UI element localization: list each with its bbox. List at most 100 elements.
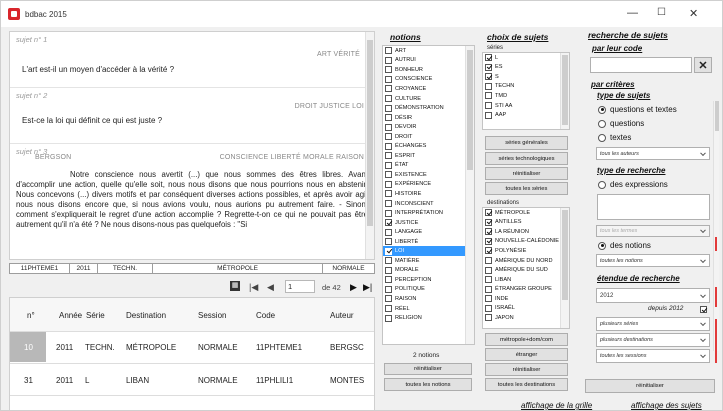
scrollbar-thumb[interactable] bbox=[562, 55, 568, 125]
list-item[interactable]: LA RÉUNION bbox=[483, 227, 569, 237]
checkbox[interactable] bbox=[385, 219, 392, 227]
checkbox[interactable] bbox=[385, 56, 392, 64]
scrollbar-thumb[interactable] bbox=[467, 50, 473, 170]
col-header[interactable]: Année bbox=[59, 311, 82, 320]
list-item[interactable]: STI AA bbox=[483, 101, 569, 111]
checkbox[interactable] bbox=[385, 95, 392, 102]
checkbox[interactable] bbox=[385, 200, 392, 208]
series-list[interactable]: L ES S TECHN TMD STI AA AAP bbox=[482, 52, 570, 130]
expressions-input[interactable] bbox=[597, 194, 710, 220]
all-series-button[interactable]: toutes les séries bbox=[485, 182, 568, 195]
checkbox[interactable] bbox=[385, 285, 392, 293]
checkbox[interactable] bbox=[385, 295, 392, 303]
subjects-display-link[interactable]: affichage des sujets bbox=[631, 401, 702, 410]
checkbox[interactable] bbox=[385, 180, 392, 188]
list-item[interactable]: INCONSCIENT bbox=[383, 199, 474, 209]
list-item[interactable]: AUTRUI bbox=[383, 56, 474, 66]
list-item[interactable]: EXISTENCE bbox=[383, 170, 474, 180]
col-header[interactable]: Session bbox=[198, 311, 226, 320]
subjects-scrollbar[interactable] bbox=[365, 32, 374, 259]
col-header[interactable]: Série bbox=[86, 311, 105, 320]
list-scrollbar[interactable] bbox=[560, 208, 569, 328]
list-item[interactable]: AMÉRIQUE DU NORD bbox=[483, 256, 569, 266]
notions-reset-button[interactable]: réinitialiser bbox=[384, 363, 472, 375]
list-item[interactable]: CONSCIENCE bbox=[383, 75, 474, 85]
radio-questions-textes[interactable]: questions et textes bbox=[598, 105, 677, 114]
list-item[interactable]: AAP bbox=[483, 110, 569, 120]
list-item[interactable]: JUSTICE bbox=[383, 218, 474, 228]
checkbox[interactable] bbox=[385, 114, 392, 122]
checkbox[interactable] bbox=[485, 218, 492, 226]
clear-code-button[interactable]: ✕ bbox=[694, 57, 712, 73]
last-page-icon[interactable]: ▶| bbox=[363, 282, 372, 293]
list-item[interactable]: TECHN bbox=[483, 82, 569, 92]
checkbox[interactable] bbox=[385, 171, 392, 179]
checkbox[interactable] bbox=[385, 247, 392, 255]
grid-display-link[interactable]: affichage de la grille bbox=[521, 401, 592, 410]
list-item[interactable]: DÉMONSTRATION bbox=[383, 103, 474, 113]
checkbox[interactable] bbox=[385, 161, 392, 169]
list-item[interactable]: ÉCHANGES bbox=[383, 141, 474, 151]
list-item[interactable]: LIBERTÉ bbox=[383, 237, 474, 247]
list-item[interactable]: RELIGION bbox=[383, 313, 474, 323]
list-item[interactable]: MÉTROPOLE bbox=[483, 208, 569, 218]
radio-expressions[interactable]: des expressions bbox=[598, 180, 668, 189]
right-scrollbar[interactable] bbox=[713, 101, 719, 351]
col-header[interactable]: Destination bbox=[126, 311, 166, 320]
year-dropdown[interactable]: 2012 bbox=[596, 288, 710, 303]
maximize-button[interactable]: ☐ bbox=[657, 7, 666, 18]
list-item[interactable]: L bbox=[483, 53, 569, 63]
list-item[interactable]: S bbox=[483, 72, 569, 82]
sessions-dropdown[interactable]: toutes les sessions bbox=[596, 349, 710, 363]
table-row[interactable]: 31 2011 L LIBAN NORMALE 11PHLILI1 MONTES bbox=[10, 364, 374, 396]
checkbox[interactable] bbox=[485, 266, 492, 274]
checkbox[interactable] bbox=[385, 123, 392, 131]
all-destinations-button[interactable]: toutes les destinations bbox=[485, 378, 568, 391]
destinations-dropdown[interactable]: plusieurs destinations bbox=[596, 333, 710, 347]
radio-textes[interactable]: textes bbox=[598, 133, 631, 142]
checkbox[interactable] bbox=[485, 304, 492, 312]
list-scrollbar[interactable] bbox=[560, 53, 569, 129]
radio-notions[interactable]: des notions bbox=[598, 241, 651, 250]
list-item[interactable]: RAISON bbox=[383, 294, 474, 304]
checkbox[interactable] bbox=[385, 142, 392, 150]
table-row[interactable]: 10 2011 TECHN. MÉTROPOLE NORMALE 11PHTEM… bbox=[10, 332, 374, 364]
results-table[interactable]: n° Année Série Destination Session Code … bbox=[9, 297, 375, 411]
list-item[interactable]: CULTURE bbox=[383, 94, 474, 104]
radio-questions[interactable]: questions bbox=[598, 119, 644, 128]
notions-list[interactable]: ART AUTRUI BONHEUR CONSCIENCE CROYANCE CULTUR… bbox=[382, 45, 475, 345]
checkbox[interactable] bbox=[385, 305, 392, 313]
checkbox[interactable] bbox=[385, 152, 392, 160]
subject-2[interactable]: sujet n° 2 DROIT JUSTICE LOI Est-ce la l… bbox=[10, 88, 374, 144]
checkbox[interactable] bbox=[485, 228, 492, 236]
all-notions-button[interactable]: toutes les notions bbox=[384, 378, 472, 391]
checkbox[interactable] bbox=[485, 111, 492, 119]
checkbox[interactable] bbox=[485, 82, 492, 90]
list-item[interactable]: ESPRIT bbox=[383, 151, 474, 161]
checkbox[interactable] bbox=[485, 314, 492, 322]
search-reset-button[interactable]: réinitialiser bbox=[585, 379, 715, 393]
close-window-button[interactable]: ✕ bbox=[689, 7, 698, 20]
checkbox[interactable] bbox=[385, 190, 392, 198]
list-item[interactable]: ÉTRANGER GROUPE bbox=[483, 284, 569, 294]
checkbox[interactable] bbox=[485, 295, 492, 303]
checkbox[interactable] bbox=[385, 66, 392, 74]
list-item[interactable]: MATIÈRE bbox=[383, 256, 474, 266]
list-item[interactable]: HISTOIRE bbox=[383, 189, 474, 199]
list-item[interactable]: CROYANCE bbox=[383, 84, 474, 94]
page-number-input[interactable]: 1 bbox=[285, 280, 315, 293]
subject-1[interactable]: sujet n° 1 ART VÉRITÉ L'art est-il un mo… bbox=[10, 32, 374, 88]
list-item[interactable]: PERCEPTION bbox=[383, 275, 474, 285]
list-item[interactable]: DÉSIR bbox=[383, 113, 474, 123]
checkbox[interactable] bbox=[385, 47, 392, 55]
list-item[interactable]: DEVOIR bbox=[383, 122, 474, 132]
prev-page-icon[interactable]: ◀ bbox=[267, 282, 274, 293]
checkbox[interactable] bbox=[385, 238, 392, 246]
checkbox[interactable] bbox=[485, 285, 492, 293]
checkbox[interactable] bbox=[385, 314, 392, 322]
list-item[interactable]: POLYNÉSIE bbox=[483, 246, 569, 256]
metropole-dom-button[interactable]: métropole+dom/com bbox=[485, 333, 568, 346]
checkbox[interactable] bbox=[385, 85, 392, 93]
first-page-icon[interactable]: |◀ bbox=[249, 282, 258, 293]
list-item[interactable]: RÉEL bbox=[383, 304, 474, 314]
